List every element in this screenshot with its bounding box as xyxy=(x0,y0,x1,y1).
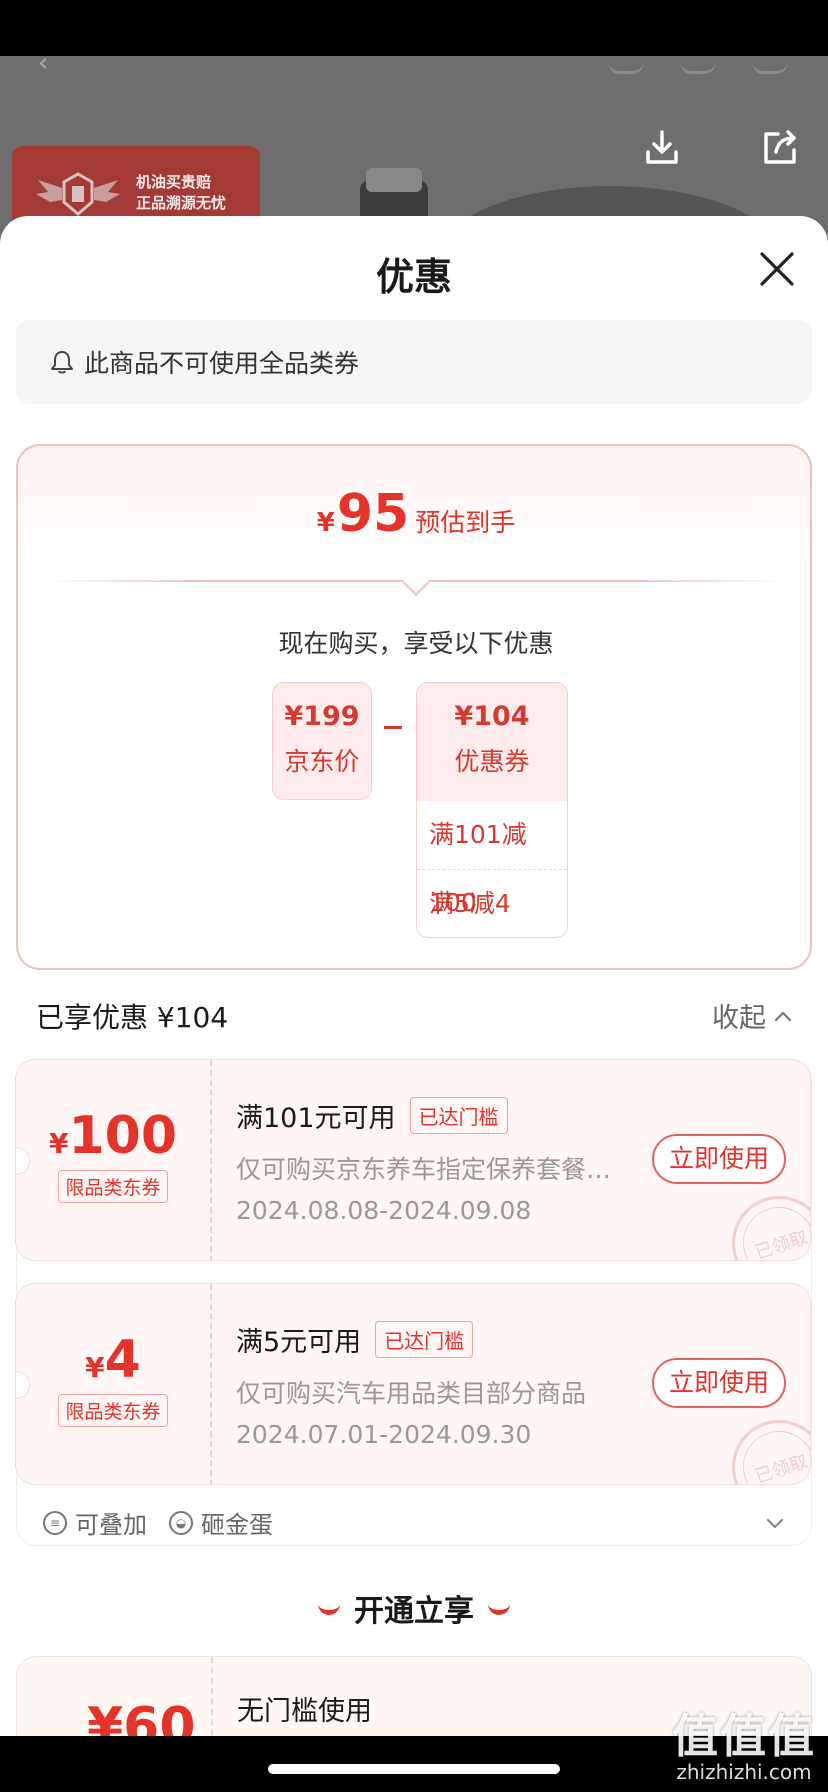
coupon-card: ¥4 限品类东券 满5元可用 已达门槛 仅可购买汽车用品类目部分商品 2024.… xyxy=(15,1283,811,1485)
home-indicator[interactable] xyxy=(268,1764,560,1774)
coupon-separator xyxy=(211,1657,213,1736)
download-icon[interactable] xyxy=(640,126,684,170)
watermark: 值值值 zhizhizhi.com xyxy=(672,1700,816,1784)
stack-icon: ≡ xyxy=(43,1510,67,1535)
close-icon[interactable] xyxy=(756,248,798,290)
estimate-subtitle: 现在购买，享受以下优惠 xyxy=(278,629,554,658)
membership-coupon-amount: ¥60 xyxy=(87,1697,196,1736)
discount-sheet: 优惠 此商品不可使用全品类券 ¥95 预估到手 现在购买，享受以下优惠 ¥199 … xyxy=(0,216,828,1736)
coupon-currency: ¥ xyxy=(85,1351,105,1384)
coupon-separator xyxy=(210,1060,212,1260)
claimed-stamp: 已领取 xyxy=(732,1420,810,1484)
coupon-amount: 4 xyxy=(104,1330,141,1390)
share-arrow-icon[interactable] xyxy=(680,56,716,74)
coupon-separator xyxy=(210,1284,212,1484)
star-icon[interactable] xyxy=(608,56,644,74)
enjoyed-discount-label: 已享优惠 ¥104 xyxy=(36,1001,229,1034)
estimated-amount: 95 xyxy=(336,484,410,544)
price-estimate-box: ¥95 预估到手 现在购买，享受以下优惠 ¥199 京东价 ¥104 优惠券 满1… xyxy=(16,444,812,970)
coupon-description: 仅可购买京东养车指定保养套餐… xyxy=(236,1155,612,1184)
coupon-rule-row: 满5减4 xyxy=(417,869,567,937)
collapse-label: 收起 xyxy=(712,1003,766,1034)
coupon-validity: 2024.07.01-2024.09.30 xyxy=(236,1420,532,1449)
golden-egg-label: 砸金蛋 xyxy=(201,1511,273,1539)
jd-price-box: ¥199 京东价 xyxy=(272,682,372,800)
golden-egg-tag: ◒ 砸金蛋 xyxy=(169,1505,273,1540)
coupon-total-label: 优惠券 xyxy=(454,747,530,776)
coupon-category-tag: 限品类东券 xyxy=(58,1394,168,1427)
top-icon-group xyxy=(608,56,788,74)
use-now-button[interactable]: 立即使用 xyxy=(652,1358,786,1408)
divider-notch xyxy=(401,567,431,597)
open-section-title: 开通立享 xyxy=(0,1586,828,1630)
jd-price-value: ¥199 xyxy=(284,701,360,732)
chevron-up-icon xyxy=(774,1011,792,1021)
coupon-list: ¥100 限品类东券 满101元可用 已达门槛 仅可购买京东养车指定保养套餐… … xyxy=(15,1059,812,1546)
collapse-button[interactable]: 收起 xyxy=(712,996,792,1035)
membership-coupon-title: 无门槛使用 xyxy=(237,1696,372,1727)
badge-line-1: 机油买贵赔 xyxy=(136,174,212,191)
share-icon[interactable] xyxy=(758,126,802,170)
currency-symbol: ¥ xyxy=(316,508,335,538)
coupon-rule-row: 满101减100 xyxy=(429,820,527,917)
coupon-amount: 100 xyxy=(68,1106,178,1166)
coupon-feature-tags: ≡ 可叠加 ◒ 砸金蛋 xyxy=(43,1505,273,1540)
use-now-button[interactable]: 立即使用 xyxy=(652,1134,786,1184)
back-icon[interactable]: ‹ xyxy=(38,56,64,76)
open-section-label: 开通立享 xyxy=(354,1594,474,1629)
coupon-total-value: ¥104 xyxy=(454,701,530,732)
threshold-reached-badge: 已达门槛 xyxy=(409,1097,508,1134)
more-icon[interactable] xyxy=(752,56,788,74)
bell-icon xyxy=(48,348,76,376)
smile-deco-icon xyxy=(488,1604,510,1615)
coupon-breakdown-box: ¥104 优惠券 满101减100 满5减4 xyxy=(416,682,568,938)
notice-banner: 此商品不可使用全品类券 xyxy=(16,320,812,404)
coupon-title: 满101元可用 xyxy=(236,1103,396,1134)
coupon-category-tag: 限品类东券 xyxy=(58,1170,168,1203)
stackable-tag: ≡ 可叠加 xyxy=(43,1505,147,1540)
coupon-description: 仅可购买汽车用品类目部分商品 xyxy=(236,1379,587,1408)
smile-deco-icon xyxy=(318,1604,340,1615)
bottle-cap-image xyxy=(366,168,422,192)
coupon-currency: ¥ xyxy=(48,1127,69,1160)
threshold-reached-badge: 已达门槛 xyxy=(375,1321,474,1358)
egg-icon: ◒ xyxy=(169,1510,193,1535)
watermark-url: zhizhizhi.com xyxy=(676,1760,812,1784)
watermark-logo: 值值值 xyxy=(672,1709,816,1763)
stackable-label: 可叠加 xyxy=(75,1511,147,1539)
estimated-price: ¥95 预估到手 xyxy=(18,484,814,544)
notice-text: 此商品不可使用全品类券 xyxy=(84,349,360,378)
coupon-title: 满5元可用 xyxy=(236,1327,362,1358)
coupon-card: ¥100 限品类东券 满101元可用 已达门槛 仅可购买京东养车指定保养套餐… … xyxy=(15,1059,811,1261)
status-bar xyxy=(0,0,828,56)
minus-sign xyxy=(384,726,402,729)
sheet-title: 优惠 xyxy=(375,255,452,299)
estimated-label: 预估到手 xyxy=(415,508,516,537)
badge-line-2: 正品溯源无忧 xyxy=(136,195,227,212)
jd-price-label: 京东价 xyxy=(284,747,360,776)
claimed-stamp: 已领取 xyxy=(732,1196,810,1260)
coupon-validity: 2024.08.08-2024.09.08 xyxy=(236,1196,532,1225)
chevron-down-icon[interactable] xyxy=(765,1517,785,1529)
